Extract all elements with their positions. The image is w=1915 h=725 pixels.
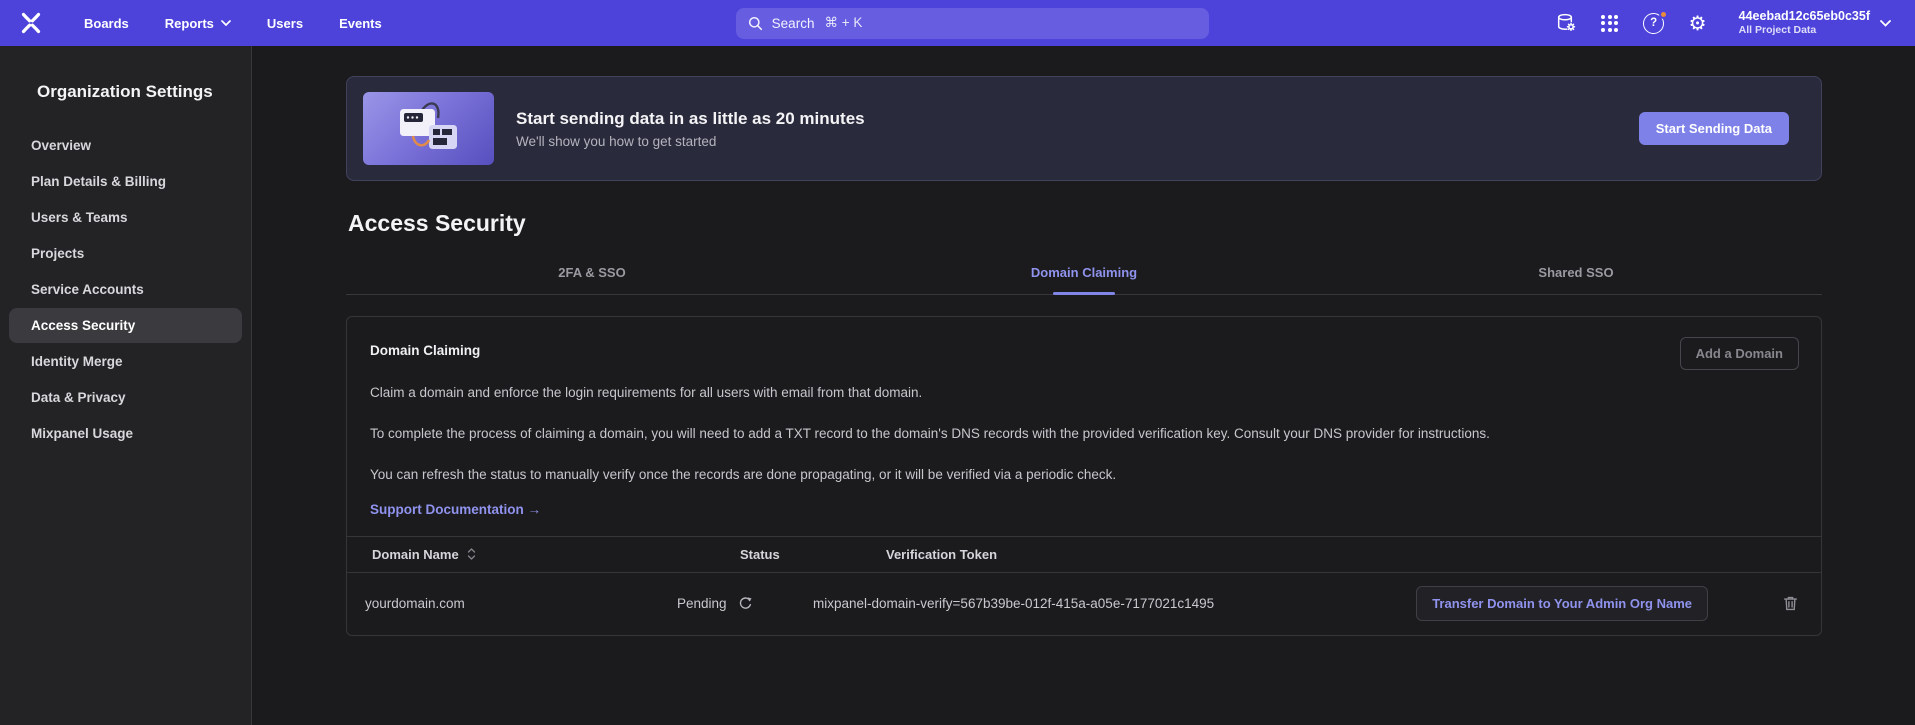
nav-item-events[interactable]: Events — [325, 8, 396, 39]
sidebar-item-access-security[interactable]: Access Security — [9, 308, 242, 343]
access-security-tabs: 2FA & SSO Domain Claiming Shared SSO — [346, 253, 1822, 295]
top-navigation: Boards Reports Users Events Search ⌘ + K — [0, 0, 1915, 46]
domain-claiming-description-3: You can refresh the status to manually v… — [370, 464, 1710, 486]
page-title: Access Security — [348, 210, 1822, 237]
sidebar-item-mixpanel-usage[interactable]: Mixpanel Usage — [9, 416, 242, 451]
card-title: Domain Claiming — [370, 337, 480, 358]
mixpanel-logo-icon[interactable] — [14, 6, 48, 40]
nav-item-label: Boards — [84, 16, 129, 31]
help-icon[interactable]: ? — [1637, 6, 1671, 40]
app-root: Boards Reports Users Events Search ⌘ + K — [0, 0, 1915, 725]
nav-item-reports[interactable]: Reports — [151, 8, 245, 39]
nav-item-users[interactable]: Users — [253, 8, 317, 39]
data-management-icon[interactable] — [1549, 6, 1583, 40]
banner-title: Start sending data in as little as 20 mi… — [516, 109, 865, 129]
settings-sidebar: Organization Settings Overview Plan Deta… — [0, 46, 252, 725]
chevron-down-icon — [221, 20, 231, 26]
primary-nav: Boards Reports Users Events — [70, 8, 396, 39]
domain-table-row: yourdomain.com Pending mixpanel-domain-v… — [347, 573, 1821, 635]
banner-illustration — [363, 92, 494, 165]
add-domain-button[interactable]: Add a Domain — [1680, 337, 1799, 370]
notification-dot — [1659, 10, 1668, 19]
nav-item-label: Users — [267, 16, 303, 31]
nav-item-label: Events — [339, 16, 382, 31]
verification-token-cell: mixpanel-domain-verify=567b39be-012f-415… — [813, 596, 1416, 611]
chevron-down-icon — [1880, 20, 1891, 27]
search-shortcut: ⌘ + K — [824, 15, 862, 31]
sidebar-item-identity-merge[interactable]: Identity Merge — [9, 344, 242, 379]
column-header-status: Status — [740, 547, 886, 562]
domains-table-header: Domain Name Status Verification Token — [347, 536, 1821, 573]
nav-item-label: Reports — [165, 16, 214, 31]
sidebar-item-data-privacy[interactable]: Data & Privacy — [9, 380, 242, 415]
domain-claiming-card: Domain Claiming Add a Domain Claim a dom… — [346, 316, 1822, 636]
search-icon — [748, 16, 763, 31]
search-input[interactable]: Search ⌘ + K — [736, 8, 1209, 39]
sidebar-item-overview[interactable]: Overview — [9, 128, 242, 163]
banner-subtitle: We'll show you how to get started — [516, 134, 865, 149]
domain-claiming-description-2: To complete the process of claiming a do… — [370, 423, 1710, 445]
project-switcher[interactable]: 44eebad12c65eb0c35f All Project Data — [1733, 5, 1897, 42]
project-subtitle: All Project Data — [1739, 24, 1870, 37]
project-name: 44eebad12c65eb0c35f — [1739, 9, 1870, 25]
onboarding-banner: Start sending data in as little as 20 mi… — [346, 76, 1822, 181]
column-header-verification-token: Verification Token — [886, 547, 1821, 562]
sidebar-item-plan-details-billing[interactable]: Plan Details & Billing — [9, 164, 242, 199]
apps-grid-icon[interactable] — [1593, 6, 1627, 40]
sort-icon[interactable] — [467, 548, 476, 560]
tab-shared-sso[interactable]: Shared SSO — [1330, 253, 1822, 294]
domain-name-cell: yourdomain.com — [347, 596, 677, 611]
column-header-domain-name: Domain Name — [347, 547, 740, 562]
delete-domain-trash-icon[interactable] — [1782, 595, 1799, 612]
sidebar-title: Organization Settings — [0, 82, 242, 128]
nav-item-boards[interactable]: Boards — [70, 8, 143, 39]
sidebar-item-users-teams[interactable]: Users & Teams — [9, 200, 242, 235]
support-documentation-link[interactable]: Support Documentation → — [370, 502, 541, 517]
start-sending-data-button[interactable]: Start Sending Data — [1639, 112, 1789, 145]
settings-gear-icon[interactable]: ⚙ — [1681, 6, 1715, 40]
domain-claiming-description-1: Claim a domain and enforce the login req… — [370, 382, 1710, 404]
row-actions: Transfer Domain to Your Admin Org Name — [1416, 586, 1821, 621]
transfer-domain-button[interactable]: Transfer Domain to Your Admin Org Name — [1416, 586, 1708, 621]
tab-domain-claiming[interactable]: Domain Claiming — [838, 253, 1330, 294]
sidebar-item-service-accounts[interactable]: Service Accounts — [9, 272, 242, 307]
tab-2fa-sso[interactable]: 2FA & SSO — [346, 253, 838, 294]
main-content: Start sending data in as little as 20 mi… — [252, 46, 1915, 725]
refresh-status-icon[interactable] — [738, 596, 753, 611]
sidebar-item-projects[interactable]: Projects — [9, 236, 242, 271]
nav-utilities: ? ⚙ 44eebad12c65eb0c35f All Project Data — [1549, 5, 1897, 42]
status-text: Pending — [677, 596, 727, 611]
search-placeholder: Search — [772, 16, 815, 31]
status-cell: Pending — [677, 596, 813, 611]
